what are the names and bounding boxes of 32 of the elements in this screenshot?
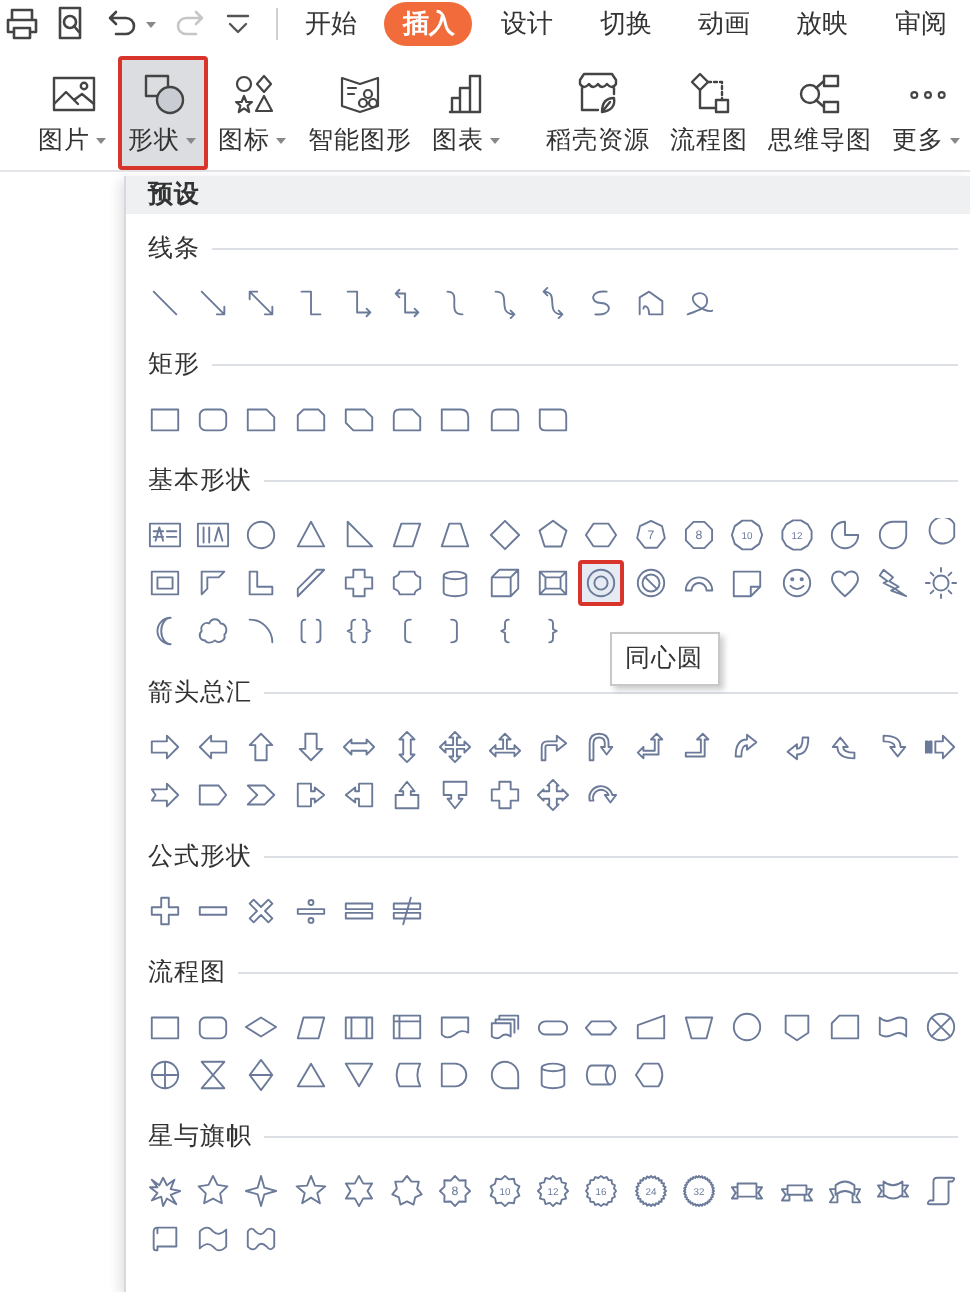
print-icon[interactable] — [4, 6, 40, 42]
smart-art-button[interactable]: 智能图形 — [298, 56, 422, 170]
tab[interactable]: 审阅 — [894, 2, 947, 46]
chart-button[interactable]: 图表 — [422, 56, 512, 170]
picture-button[interactable]: 图片 — [28, 56, 118, 170]
gallery-heading: 预设 — [126, 176, 970, 214]
section-title: 矩形 — [148, 347, 200, 382]
section-title: 星与旗帜 — [148, 1119, 252, 1154]
section-title: 流程图 — [148, 955, 226, 990]
tab[interactable]: 切换 — [599, 2, 652, 46]
donut-icon[interactable] — [578, 559, 625, 605]
flowchart-icon — [685, 70, 733, 118]
tab[interactable]: 放映 — [796, 2, 849, 46]
section-title: 基本形状 — [148, 463, 252, 498]
more-icon — [909, 89, 945, 99]
more-button[interactable]: 更多 — [882, 56, 970, 170]
mindmap-button[interactable]: 思维导图 — [758, 56, 882, 170]
icons-icon — [229, 70, 277, 118]
section-title: 线条 — [148, 231, 200, 266]
store-button[interactable]: 稻壳资源 — [536, 56, 660, 170]
tab[interactable]: 设计 — [501, 2, 554, 46]
flowchart-button[interactable]: 流程图 — [660, 56, 758, 170]
tab[interactable]: 动画 — [698, 2, 751, 46]
section-title: 箭头总汇 — [148, 675, 252, 710]
storefront-icon — [574, 70, 622, 118]
mindmap-icon — [796, 70, 844, 118]
shapes-button[interactable]: 形状 — [118, 56, 208, 170]
tab[interactable]: 开始 — [304, 2, 357, 46]
shapes-icon — [139, 70, 187, 118]
tooltip: 同心圆 — [609, 632, 720, 686]
icons-button[interactable]: 图标 — [208, 56, 298, 170]
section-title: 公式形状 — [148, 839, 252, 874]
